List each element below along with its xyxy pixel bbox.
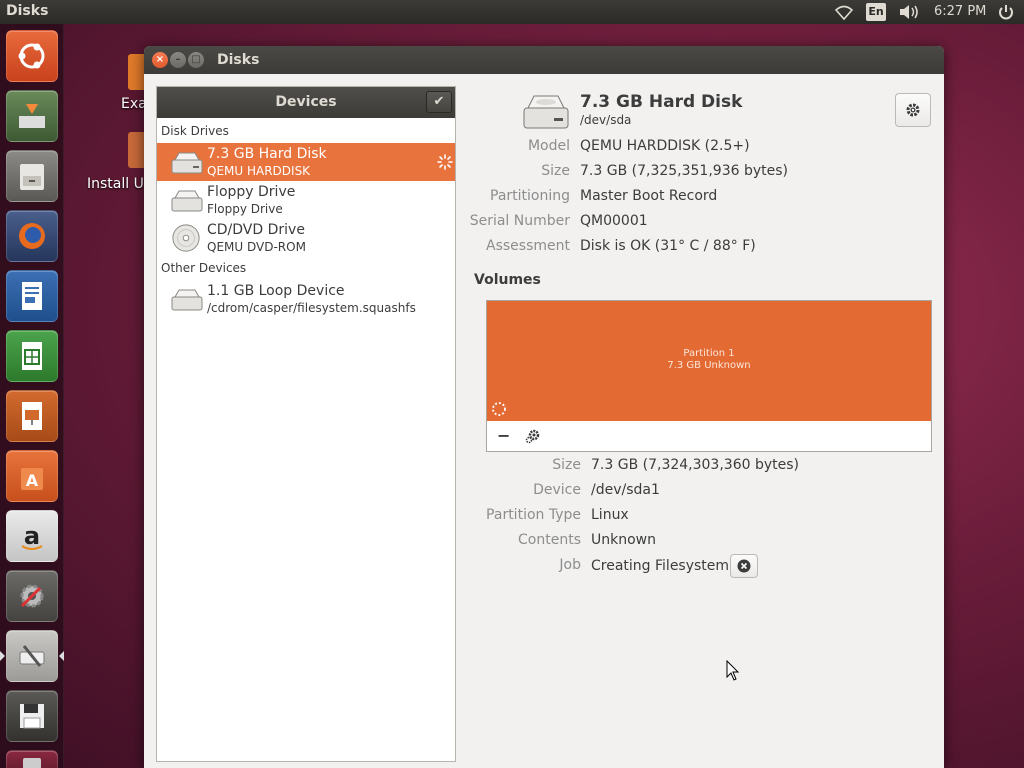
hard-disk-icon <box>171 152 203 174</box>
disk-title: 7.3 GB Hard Disk <box>580 92 743 112</box>
busy-spinner-icon <box>437 154 453 170</box>
volume-device-value: /dev/sda1 <box>591 482 660 498</box>
drive-name: Floppy Drive <box>207 184 296 200</box>
optical-disc-icon <box>172 224 200 252</box>
disk-device-path: /dev/sda <box>580 113 632 127</box>
running-indicator-right <box>59 651 64 661</box>
power-icon[interactable] <box>996 3 1016 21</box>
firefox-icon[interactable] <box>6 210 58 262</box>
partition-name: Partition 1 <box>683 348 735 359</box>
volume-device-label: Device <box>533 482 581 498</box>
drive-subtitle: QEMU DVD-ROM <box>207 240 306 254</box>
svg-text:a: a <box>24 522 40 550</box>
volume-contents-value: Unknown <box>591 532 656 548</box>
select-checkmark-button[interactable]: ✔ <box>426 91 452 113</box>
devices-title: Devices <box>275 94 337 110</box>
top-panel: Disks En 6:27 PM <box>0 0 1024 24</box>
busy-spinner-icon <box>492 402 506 416</box>
disk-model-label: Model <box>527 138 570 154</box>
cancel-icon <box>737 559 751 573</box>
calc-icon[interactable] <box>6 330 58 382</box>
partition-size: 7.3 GB Unknown <box>667 360 751 371</box>
desktop-icon-examples[interactable]: Exa <box>121 96 147 112</box>
remove-partition-button[interactable]: − <box>497 426 513 446</box>
keyboard-language-indicator[interactable]: En <box>866 3 886 21</box>
volume-partition-type-label: Partition Type <box>486 507 581 523</box>
desktop-icon-install[interactable]: Install Ub <box>87 176 153 192</box>
svg-text:A: A <box>26 471 39 490</box>
disk-serial-label: Serial Number <box>469 213 570 229</box>
window-title: Disks <box>217 52 260 68</box>
volume-toolbar: − <box>487 421 931 451</box>
drive-item-hard-disk[interactable]: 7.3 GB Hard Disk QEMU HARDDISK <box>157 143 455 181</box>
writer-icon[interactable] <box>6 270 58 322</box>
volume-contents-label: Contents <box>518 532 581 548</box>
drive-subtitle: /cdrom/casper/filesystem.squashfs <box>207 301 416 315</box>
installer-icon[interactable] <box>6 90 58 142</box>
window-titlebar[interactable]: × – □ Disks <box>144 46 944 74</box>
partition-block[interactable]: Partition 1 7.3 GB Unknown <box>487 301 931 421</box>
drive-name: 7.3 GB Hard Disk <box>207 146 327 162</box>
installer-desktop-icon <box>128 132 144 168</box>
volume-size-value: 7.3 GB (7,324,303,360 bytes) <box>591 457 799 473</box>
drive-subtitle: QEMU HARDDISK <box>207 164 311 178</box>
maximize-icon[interactable]: □ <box>188 52 204 68</box>
dash-home-icon[interactable] <box>6 30 58 82</box>
disk-settings-button[interactable] <box>895 93 931 127</box>
desktop-icon-label: Install Ub <box>87 176 153 192</box>
mouse-cursor-icon <box>726 660 740 681</box>
launcher: A a <box>0 24 64 768</box>
floppy-drive-icon <box>171 190 203 212</box>
volume-partition-type-value: Linux <box>591 507 629 523</box>
volume-size-label: Size <box>552 457 581 473</box>
disks-launcher-icon[interactable] <box>6 630 58 682</box>
devices-sidebar: Devices ✔ Disk Drives 7.3 GB Hard Disk Q… <box>156 86 456 762</box>
disk-assessment-label: Assessment <box>486 238 570 254</box>
files-icon[interactable] <box>6 150 58 202</box>
disk-size-label: Size <box>541 163 570 179</box>
disk-partitioning-value: Master Boot Record <box>580 188 718 204</box>
cancel-job-button[interactable] <box>730 554 758 578</box>
volume-map: Partition 1 7.3 GB Unknown − <box>486 300 932 452</box>
floppy-icon[interactable] <box>6 690 58 742</box>
disk-serial-value: QM00001 <box>580 213 648 229</box>
section-other-devices: Other Devices <box>161 261 247 275</box>
drive-name: CD/DVD Drive <box>207 222 305 238</box>
running-indicator-left <box>0 651 5 661</box>
volumes-heading: Volumes <box>474 272 541 288</box>
gear-icon <box>906 103 920 117</box>
examples-folder-icon <box>128 54 144 90</box>
clock[interactable]: 6:27 PM <box>934 4 986 19</box>
close-icon[interactable]: × <box>152 52 168 68</box>
devices-header: Devices ✔ <box>157 87 455 118</box>
volume-icon[interactable] <box>898 3 920 21</box>
drive-name: 1.1 GB Loop Device <box>207 283 345 299</box>
minimize-icon[interactable]: – <box>170 52 186 68</box>
disks-window: × – □ Disks Devices ✔ Disk Drives 7.3 GB… <box>144 46 944 768</box>
section-disk-drives: Disk Drives <box>161 124 229 138</box>
volume-job-label: Job <box>559 557 581 573</box>
partition-options-gear-icon[interactable] <box>525 428 541 444</box>
disk-partitioning-label: Partitioning <box>490 188 570 204</box>
disk-size-value: 7.3 GB (7,325,351,936 bytes) <box>580 163 788 179</box>
disk-model-value: QEMU HARDDISK (2.5+) <box>580 138 750 154</box>
impress-icon[interactable] <box>6 390 58 442</box>
active-app-title: Disks <box>6 3 49 19</box>
hard-disk-icon <box>523 95 569 129</box>
desktop-icon-label: Exa <box>121 96 147 112</box>
drive-subtitle: Floppy Drive <box>207 202 283 216</box>
volume-job-value: Creating Filesystem <box>591 558 730 574</box>
drive-item-cdrom[interactable]: CD/DVD Drive QEMU DVD-ROM <box>157 219 455 257</box>
loop-device-icon <box>171 289 203 311</box>
drive-item-loop[interactable]: 1.1 GB Loop Device /cdrom/casper/filesys… <box>157 280 455 318</box>
wifi-icon[interactable] <box>834 3 854 21</box>
amazon-icon[interactable]: a <box>6 510 58 562</box>
trash-icon[interactable] <box>6 750 58 768</box>
drive-item-floppy[interactable]: Floppy Drive Floppy Drive <box>157 181 455 219</box>
disk-assessment-value: Disk is OK (31° C / 88° F) <box>580 238 756 254</box>
system-settings-icon[interactable] <box>6 570 58 622</box>
software-center-icon[interactable]: A <box>6 450 58 502</box>
